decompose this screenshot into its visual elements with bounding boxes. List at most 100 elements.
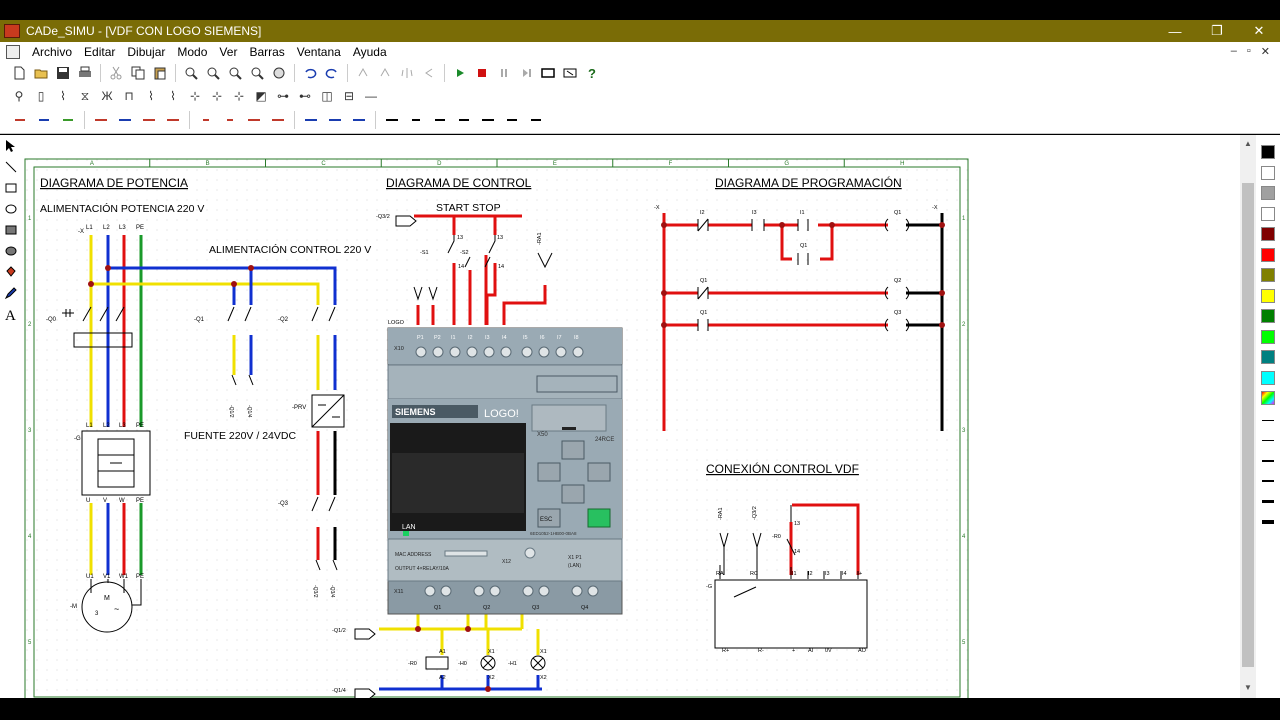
palette-swatch[interactable]	[1261, 186, 1275, 200]
menu-ver[interactable]: Ver	[213, 45, 243, 59]
hand-icon[interactable]	[268, 63, 290, 83]
relay-icon[interactable]: Ж	[96, 86, 118, 106]
stop-icon[interactable]	[471, 63, 493, 83]
wire-style-button[interactable]	[500, 109, 524, 131]
line-tool-icon[interactable]	[0, 156, 22, 177]
menu-editar[interactable]: Editar	[78, 45, 121, 59]
palette-swatch[interactable]	[1261, 370, 1275, 385]
timer-icon[interactable]: ⊓	[118, 86, 140, 106]
mdi-close-button[interactable]: ✕	[1261, 45, 1270, 58]
wire-style-button[interactable]	[428, 109, 452, 131]
wire-style-button[interactable]	[8, 109, 32, 131]
cut-icon[interactable]	[105, 63, 127, 83]
palette-multicolor-swatch[interactable]	[1261, 391, 1275, 405]
menu-modo[interactable]: Modo	[171, 45, 213, 59]
plc-icon[interactable]	[537, 63, 559, 83]
document-icon[interactable]	[6, 44, 20, 59]
line-width-option[interactable]	[1262, 480, 1274, 482]
copy-icon[interactable]	[127, 63, 149, 83]
mdi-restore-button[interactable]: ▫	[1247, 45, 1251, 58]
zoom-fit-icon[interactable]	[224, 63, 246, 83]
schematic-sheet[interactable]: ABCDEFGH 1 12 23 34 45 5 DIAGRAMA DE POTENCIA…	[22, 135, 1240, 700]
pause-icon[interactable]	[493, 63, 515, 83]
line-width-option[interactable]	[1262, 440, 1274, 441]
contactor-icon[interactable]: ⧖	[74, 86, 96, 106]
selector-icon[interactable]: ⌇	[162, 86, 184, 106]
scroll-down-icon[interactable]: ▼	[1240, 683, 1256, 692]
pen-tool-icon[interactable]	[0, 282, 22, 303]
mirror-icon[interactable]	[396, 63, 418, 83]
filled-rectangle-icon[interactable]	[0, 219, 22, 240]
wire-style-button[interactable]	[524, 109, 548, 131]
palette-swatch[interactable]	[1261, 145, 1275, 159]
vertical-scrollbar[interactable]: ▲ ▼	[1240, 135, 1256, 698]
wire-style-button[interactable]	[218, 109, 242, 131]
step-icon[interactable]	[515, 63, 537, 83]
wire-style-button[interactable]	[242, 109, 266, 131]
rotate-right-icon[interactable]	[374, 63, 396, 83]
terminal-icon[interactable]: ⊷	[294, 86, 316, 106]
ellipse-tool-icon[interactable]	[0, 198, 22, 219]
pushbutton-icon[interactable]: ⌇	[140, 86, 162, 106]
wire-style-button[interactable]	[476, 109, 500, 131]
palette-swatch[interactable]	[1261, 227, 1275, 241]
wire-style-button[interactable]	[299, 109, 323, 131]
back-icon[interactable]	[418, 63, 440, 83]
palette-swatch[interactable]	[1261, 268, 1275, 282]
redo-icon[interactable]	[321, 63, 343, 83]
menu-ventana[interactable]: Ventana	[291, 45, 347, 59]
paste-icon[interactable]	[149, 63, 171, 83]
switch-icon[interactable]: ⌇	[52, 86, 74, 106]
vdf-icon[interactable]: ◫	[316, 86, 338, 106]
menu-dibujar[interactable]: Dibujar	[121, 45, 171, 59]
wire-style-button[interactable]	[137, 109, 161, 131]
cable-icon[interactable]: ⊟	[338, 86, 360, 106]
wire-style-button[interactable]	[323, 109, 347, 131]
undo-icon[interactable]	[299, 63, 321, 83]
plc-settings-icon[interactable]	[559, 63, 581, 83]
menu-barras[interactable]: Barras	[243, 45, 290, 59]
zoom-in-icon[interactable]	[180, 63, 202, 83]
help-icon[interactable]: ?	[581, 63, 603, 83]
rectangle-tool-icon[interactable]	[0, 177, 22, 198]
wire-style-button[interactable]	[266, 109, 290, 131]
drawing-canvas[interactable]: ABCDEFGH 1122334455 DIAGRAMA DE POTENCIA…	[22, 135, 1240, 700]
wire-style-button[interactable]	[347, 109, 371, 131]
fill-bucket-icon[interactable]	[0, 261, 22, 282]
sensor-icon[interactable]: ⊹	[184, 86, 206, 106]
wire-style-button[interactable]	[194, 109, 218, 131]
palette-swatch[interactable]	[1261, 206, 1275, 221]
minimize-button[interactable]: —	[1154, 24, 1196, 39]
lamp-icon[interactable]: ⊹	[206, 86, 228, 106]
palette-swatch[interactable]	[1261, 247, 1275, 262]
palette-swatch[interactable]	[1261, 309, 1275, 323]
close-button[interactable]: ✕	[1238, 23, 1280, 39]
pointer-icon[interactable]	[0, 135, 22, 156]
wire-style-button[interactable]	[404, 109, 428, 131]
wire-style-button[interactable]	[113, 109, 137, 131]
connector-icon[interactable]: ⊶	[272, 86, 294, 106]
zoom-out-icon[interactable]	[202, 63, 224, 83]
wire-icon[interactable]: —	[360, 86, 382, 106]
wire-style-button[interactable]	[161, 109, 185, 131]
mdi-minimize-button[interactable]: –	[1231, 45, 1237, 58]
rotate-left-icon[interactable]	[352, 63, 374, 83]
open-icon[interactable]	[30, 63, 52, 83]
menu-ayuda[interactable]: Ayuda	[347, 45, 393, 59]
palette-swatch[interactable]	[1261, 329, 1275, 344]
palette-swatch[interactable]	[1261, 165, 1275, 180]
palette-swatch[interactable]	[1261, 288, 1275, 303]
print-icon[interactable]	[74, 63, 96, 83]
motor-icon[interactable]: ⊹	[228, 86, 250, 106]
wire-style-button[interactable]	[452, 109, 476, 131]
line-width-option[interactable]	[1262, 520, 1274, 524]
wire-style-button[interactable]	[380, 109, 404, 131]
wire-style-button[interactable]	[89, 109, 113, 131]
new-icon[interactable]	[8, 63, 30, 83]
scroll-up-icon[interactable]: ▲	[1240, 139, 1256, 148]
maximize-button[interactable]: ❐	[1196, 23, 1238, 39]
plc-block-icon[interactable]: ◩	[250, 86, 272, 106]
fuse2-icon[interactable]: ▯	[30, 86, 52, 106]
line-width-option[interactable]	[1262, 500, 1274, 503]
save-icon[interactable]	[52, 63, 74, 83]
